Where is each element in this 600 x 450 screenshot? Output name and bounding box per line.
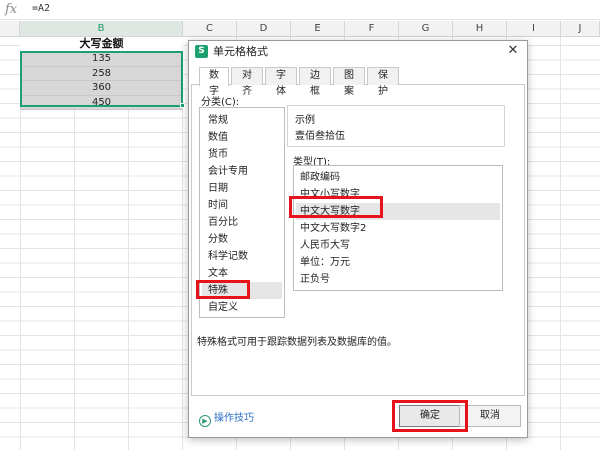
column-header-d[interactable]: D — [237, 21, 291, 37]
category-item[interactable]: 数值 — [202, 129, 282, 146]
column-header-h[interactable]: H — [453, 21, 507, 37]
category-item[interactable]: 百分比 — [202, 214, 282, 231]
tab-protection[interactable]: 保护 — [367, 67, 399, 97]
cancel-button[interactable]: 取消 — [459, 405, 521, 427]
column-header-e[interactable]: E — [291, 21, 345, 37]
column-header-g[interactable]: G — [399, 21, 453, 37]
dialog-titlebar[interactable]: S 单元格格式 ✕ — [189, 41, 527, 63]
column-header-c[interactable]: C — [183, 21, 237, 37]
category-label: 分类(C): — [201, 97, 240, 108]
tab-font[interactable]: 字体 — [265, 67, 297, 97]
fill-handle[interactable] — [180, 103, 185, 108]
type-item[interactable]: 单位：万元 — [296, 254, 500, 271]
category-item[interactable]: 科学记数 — [202, 248, 282, 265]
category-item[interactable]: 文本 — [202, 265, 282, 282]
type-item[interactable]: 邮政编码 — [296, 169, 500, 186]
tips-link-label: 操作技巧 — [214, 413, 254, 424]
fx-icon[interactable]: fx — [5, 0, 17, 20]
type-item-chinese-uppercase[interactable]: 中文大写数字 — [296, 203, 500, 220]
category-list[interactable]: 常规 数值 货币 会计专用 日期 时间 百分比 分数 科学记数 文本 特殊 自定… — [199, 107, 285, 318]
type-item[interactable]: 中文大写数字2 — [296, 220, 500, 237]
formula-input[interactable]: =A2 — [32, 0, 50, 20]
dialog-footer: ▶ 操作技巧 确定 取消 — [189, 397, 527, 437]
tips-link[interactable]: ▶ 操作技巧 — [199, 409, 254, 427]
column-header-j[interactable]: J — [561, 21, 600, 37]
app-logo-icon: S — [195, 45, 208, 58]
format-description: 特殊格式可用于跟踪数据列表及数据库的值。 — [197, 337, 397, 348]
category-item[interactable]: 分数 — [202, 231, 282, 248]
dialog-title: 单元格格式 — [213, 45, 268, 58]
format-cells-dialog: S 单元格格式 ✕ 数字 对齐 字体 边框 图案 保护 分类(C): 常规 数值… — [188, 40, 528, 438]
category-item[interactable]: 自定义 — [202, 299, 282, 316]
play-icon: ▶ — [199, 415, 211, 427]
close-icon[interactable]: ✕ — [505, 43, 521, 59]
tab-number[interactable]: 数字 — [199, 67, 229, 97]
cell-header-amount[interactable]: 大写金额 — [20, 37, 183, 52]
sample-label: 示例 — [295, 115, 315, 126]
ok-button[interactable]: 确定 — [399, 405, 461, 427]
type-item[interactable]: 人民币大写 — [296, 237, 500, 254]
type-list[interactable]: 邮政编码 中文小写数字 中文大写数字 中文大写数字2 人民币大写 单位：万元 正… — [293, 165, 503, 291]
category-item[interactable]: 常规 — [202, 112, 282, 129]
select-all-corner[interactable] — [0, 21, 20, 37]
column-header-b[interactable]: B — [20, 21, 183, 37]
tab-pattern[interactable]: 图案 — [333, 67, 365, 97]
column-header-i[interactable]: I — [507, 21, 561, 37]
tab-alignment[interactable]: 对齐 — [231, 67, 263, 97]
tab-border[interactable]: 边框 — [299, 67, 331, 97]
category-item[interactable]: 时间 — [202, 197, 282, 214]
type-item[interactable]: 正负号 — [296, 271, 500, 288]
category-item[interactable]: 日期 — [202, 180, 282, 197]
type-item[interactable]: 中文小写数字 — [296, 186, 500, 203]
formula-bar: fx =A2 — [0, 0, 600, 20]
category-item-special[interactable]: 特殊 — [202, 282, 282, 299]
selection-outline — [20, 51, 183, 107]
sample-value: 壹佰叁拾伍 — [295, 131, 345, 142]
category-item[interactable]: 会计专用 — [202, 163, 282, 180]
column-header-f[interactable]: F — [345, 21, 399, 37]
category-item[interactable]: 货币 — [202, 146, 282, 163]
